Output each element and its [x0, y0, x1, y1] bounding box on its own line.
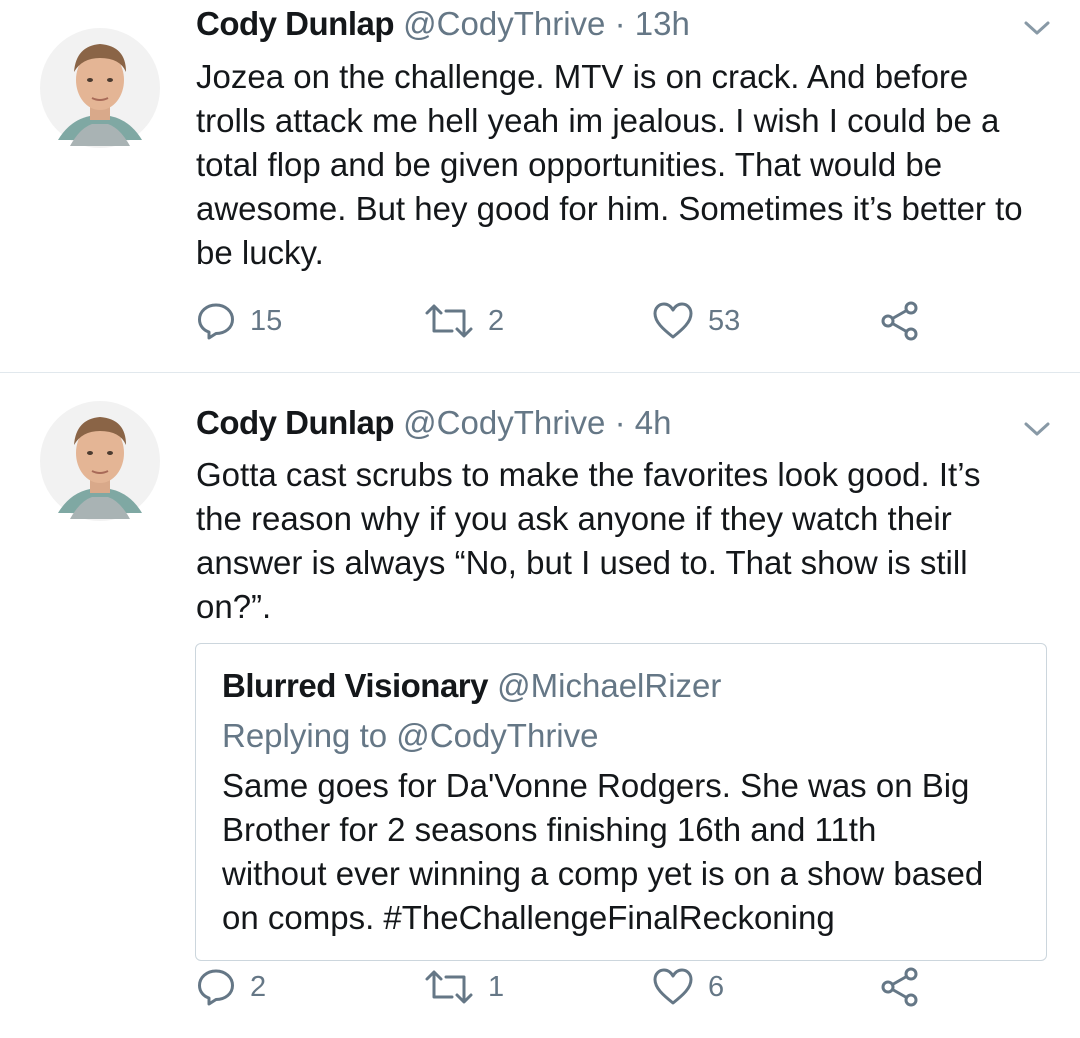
avatar[interactable]: [40, 401, 160, 521]
tweet-header: Cody Dunlap @CodyThrive · 13h: [196, 4, 690, 44]
quoted-text-line: Same goes for Da'Vonne Rodgers. She was …: [222, 767, 970, 804]
tweet-text-line: be lucky.: [196, 234, 324, 271]
heart-icon: [653, 302, 693, 339]
quoted-tweet-text: Same goes for Da'Vonne Rodgers. She was …: [222, 764, 1022, 940]
retweet-button[interactable]: 2: [424, 299, 504, 343]
reply-icon: [198, 969, 234, 1006]
like-count: 53: [708, 304, 741, 337]
reply-count: 2: [250, 970, 267, 1003]
quoted-tweet[interactable]: Blurred Visionary @MichaelRizer Replying…: [195, 643, 1047, 961]
tweet[interactable]: Cody Dunlap @CodyThrive · 4h Gotta cast …: [0, 373, 1080, 1038]
quoted-tweet-header: Blurred Visionary @MichaelRizer: [222, 666, 721, 706]
quoted-author-name: Blurred Visionary: [222, 667, 489, 704]
quoted-author-handle: @MichaelRizer: [497, 667, 722, 704]
reply-count: 15: [250, 304, 283, 337]
author-name[interactable]: Cody Dunlap: [196, 5, 395, 42]
tweet[interactable]: Cody Dunlap @CodyThrive · 13h Jozea on t…: [0, 0, 1080, 372]
retweet-icon: [425, 970, 473, 1004]
chevron-down-icon[interactable]: [1022, 419, 1052, 439]
tweet-header: Cody Dunlap @CodyThrive · 4h: [196, 403, 671, 443]
quoted-text-line: Brother for 2 seasons finishing 16th and…: [222, 811, 877, 848]
like-count: 6: [708, 970, 725, 1003]
avatar[interactable]: [40, 28, 160, 148]
tweet-text-line: trolls attack me hell yeah im jealous. I…: [196, 102, 1000, 139]
tweet-text-line: Gotta cast scrubs to make the favorites …: [196, 456, 981, 493]
heart-icon: [653, 968, 693, 1005]
retweet-icon: [425, 304, 473, 338]
reply-icon: [198, 303, 234, 340]
tweet-text: Gotta cast scrubs to make the favorites …: [196, 453, 1056, 629]
share-button[interactable]: [880, 965, 920, 1009]
author-handle[interactable]: @CodyThrive: [403, 5, 605, 42]
like-button[interactable]: 53: [652, 299, 740, 343]
retweet-count: 2: [488, 304, 505, 337]
tweet-text-line: total flop and be given opportunities. T…: [196, 146, 943, 183]
share-button[interactable]: [880, 299, 920, 343]
retweet-button[interactable]: 1: [424, 965, 504, 1009]
tweet-text-line: answer is always “No, but I used to. Tha…: [196, 544, 968, 581]
timestamp[interactable]: 4h: [635, 404, 672, 441]
chevron-down-icon[interactable]: [1022, 18, 1052, 38]
retweet-count: 1: [488, 970, 505, 1003]
quoted-text-line: on comps. #TheChallengeFinalReckoning: [222, 899, 835, 936]
share-icon: [881, 301, 918, 341]
action-bar: 2 1 6: [196, 965, 956, 1009]
reply-button[interactable]: 15: [196, 299, 282, 343]
tweet-text-line: the reason why if you ask anyone if they…: [196, 500, 952, 537]
tweet-text-line: awesome. But hey good for him. Sometimes…: [196, 190, 1023, 227]
separator: ·: [614, 5, 626, 42]
author-handle[interactable]: @CodyThrive: [403, 404, 605, 441]
quoted-text-line: without ever winning a comp yet is on a …: [222, 855, 984, 892]
separator: ·: [614, 404, 626, 441]
tweet-text: Jozea on the challenge. MTV is on crack.…: [196, 55, 1056, 275]
replying-to: Replying to @CodyThrive: [222, 717, 599, 754]
timestamp[interactable]: 13h: [635, 5, 690, 42]
share-icon: [881, 967, 918, 1007]
reply-button[interactable]: 2: [196, 965, 266, 1009]
like-button[interactable]: 6: [652, 965, 724, 1009]
author-name[interactable]: Cody Dunlap: [196, 404, 395, 441]
tweet-text-line: Jozea on the challenge. MTV is on crack.…: [196, 58, 969, 95]
action-bar: 15 2 53: [196, 299, 956, 343]
tweet-text-line: on?”.: [196, 588, 272, 625]
